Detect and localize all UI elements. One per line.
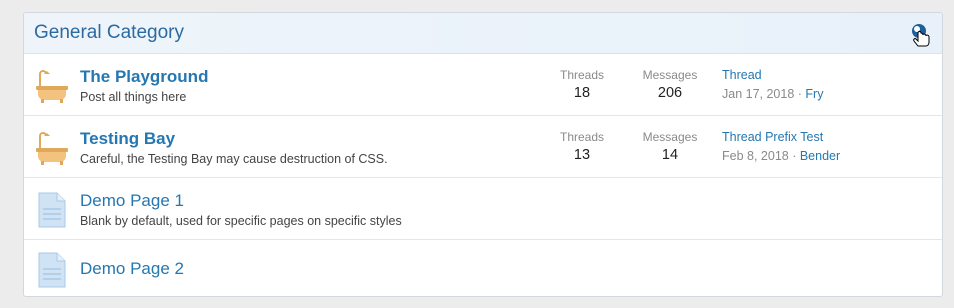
messages-label: Messages xyxy=(642,68,698,82)
threads-label: Threads xyxy=(559,130,605,144)
latest-post: Thread Prefix Test Feb 8, 2018 · Bender xyxy=(722,130,840,163)
forum-node-title[interactable]: Testing Bay xyxy=(80,129,175,149)
threads-count: 13 xyxy=(573,147,591,163)
forum-node-description: Careful, the Testing Bay may cause destr… xyxy=(80,152,388,166)
threads-label: Threads xyxy=(559,68,605,82)
latest-post-user[interactable]: Bender xyxy=(800,149,840,163)
threads-stat: Threads 18 xyxy=(547,68,617,101)
messages-count: 206 xyxy=(657,85,683,101)
category-title[interactable]: General Category xyxy=(34,22,184,44)
forum-node-testing-bay: Testing Bay Careful, the Testing Bay may… xyxy=(24,116,942,178)
latest-thread-link[interactable]: Thread xyxy=(722,68,823,82)
document-icon xyxy=(34,252,70,288)
forum-node-title[interactable]: The Playground xyxy=(80,67,208,87)
messages-count: 14 xyxy=(661,147,679,163)
page-node-description: Blank by default, used for specific page… xyxy=(80,214,402,228)
page-node-title[interactable]: Demo Page 1 xyxy=(80,191,184,211)
page-node-demo-1: Demo Page 1 Blank by default, used for s… xyxy=(24,178,942,240)
collapse-toggle-icon[interactable] xyxy=(910,23,932,49)
page-node-demo-2: Demo Page 2 xyxy=(24,240,942,296)
category-header: General Category xyxy=(24,13,942,54)
bathtub-icon xyxy=(34,130,70,166)
page-node-title[interactable]: Demo Page 2 xyxy=(80,259,184,279)
latest-post-user[interactable]: Fry xyxy=(805,87,823,101)
latest-post-date: Jan 17, 2018 xyxy=(722,87,795,101)
latest-post: Thread Jan 17, 2018 · Fry xyxy=(722,68,823,101)
threads-stat: Threads 13 xyxy=(547,130,617,163)
separator: · xyxy=(794,87,806,101)
latest-post-date: Feb 8, 2018 xyxy=(722,149,789,163)
bathtub-icon xyxy=(34,68,70,104)
document-icon xyxy=(34,192,70,228)
forum-node-description: Post all things here xyxy=(80,90,187,104)
separator: · xyxy=(788,149,800,163)
latest-thread-link[interactable]: Thread Prefix Test xyxy=(722,130,840,144)
threads-count: 18 xyxy=(573,85,591,101)
messages-label: Messages xyxy=(642,130,698,144)
messages-stat: Messages 14 xyxy=(635,130,705,163)
forum-node-playground: The Playground Post all things here Thre… xyxy=(24,54,942,116)
messages-stat: Messages 206 xyxy=(635,68,705,101)
forum-category-block: General Category The Playground Post all… xyxy=(23,12,943,297)
